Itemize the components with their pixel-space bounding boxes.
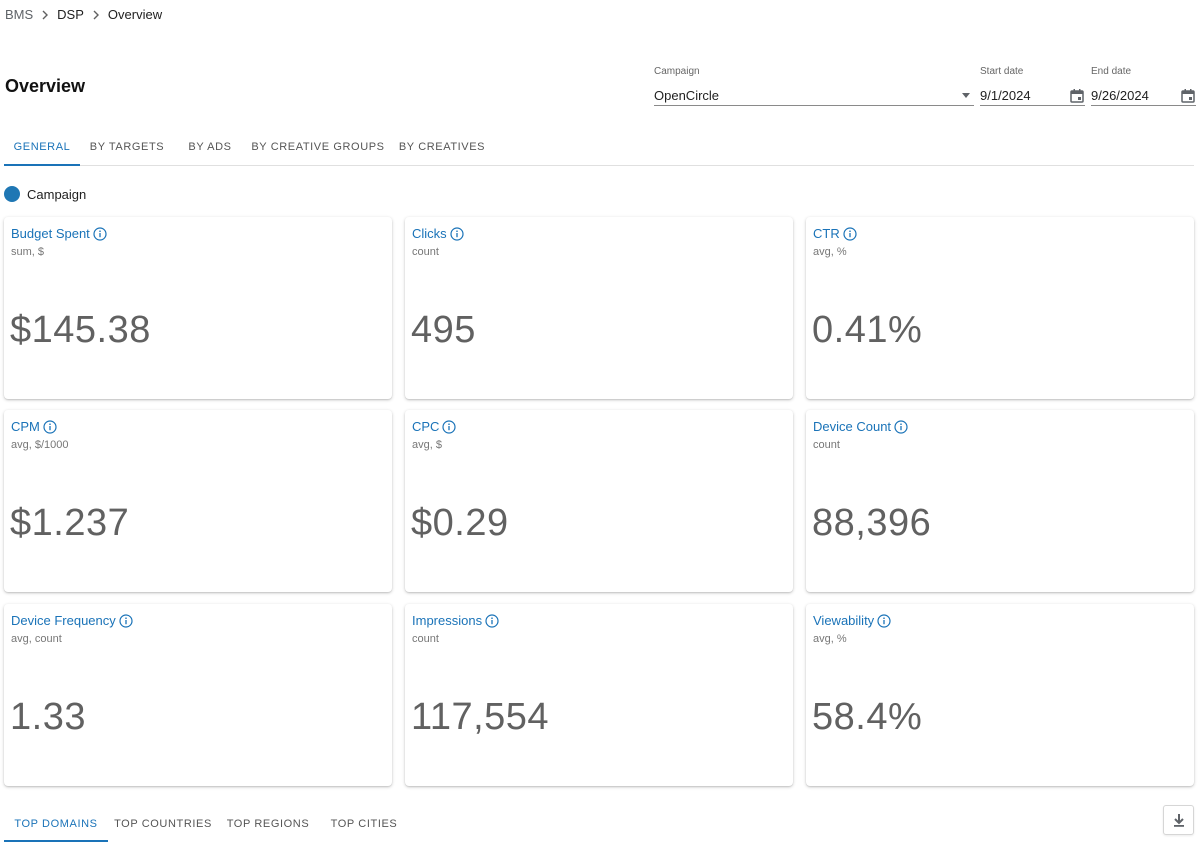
metric-subtitle: avg, % (813, 633, 847, 645)
metric-value: 495 (411, 309, 476, 351)
start-date-input[interactable]: 9/1/2024 (980, 86, 1085, 106)
card-header: Clicks (412, 226, 464, 241)
breadcrumb: BMS DSP Overview (5, 7, 162, 22)
info-icon[interactable] (119, 613, 133, 628)
legend-dot (4, 186, 20, 202)
metric-card-budget-spent: Budget Spent sum, $ $145.38 (4, 217, 392, 399)
metric-value: 1.33 (10, 696, 86, 738)
tab-by-creative-groups[interactable]: BY CREATIVE GROUPS (246, 128, 390, 165)
card-header: Device Frequency (11, 613, 133, 628)
metric-subtitle: count (412, 246, 439, 258)
info-icon[interactable] (877, 613, 891, 628)
metric-subtitle: avg, count (11, 633, 62, 645)
tab-by-ads[interactable]: BY ADS (174, 128, 246, 165)
tab-by-creatives[interactable]: BY CREATIVES (390, 128, 494, 165)
metric-value: $0.29 (411, 502, 509, 544)
metric-subtitle: sum, $ (11, 246, 45, 258)
breadcrumb-dsp[interactable]: DSP (57, 7, 84, 22)
tab-general[interactable]: GENERAL (4, 128, 80, 166)
card-header: Impressions (412, 613, 499, 628)
metric-value: 88,396 (812, 502, 932, 544)
card-header: CTR (813, 226, 857, 241)
breadcrumb-overview: Overview (107, 7, 163, 22)
tab-top-regions[interactable]: TOP REGIONS (218, 806, 318, 842)
legend-label: Campaign (27, 186, 87, 202)
metric-subtitle: count (412, 633, 439, 645)
tab-top-cities[interactable]: TOP CITIES (318, 806, 410, 842)
download-icon (1173, 814, 1184, 827)
metric-title: Budget Spent (11, 226, 90, 241)
tab-by-targets[interactable]: BY TARGETS (80, 128, 174, 165)
metric-subtitle: avg, $ (412, 439, 442, 451)
metric-value: $145.38 (10, 309, 151, 351)
metric-card-device-frequency: Device Frequency avg, count 1.33 (4, 604, 392, 786)
end-date-field[interactable]: End date 9/26/2024 (1091, 66, 1196, 106)
metric-card-cpc: CPC avg, $ $0.29 (405, 410, 793, 592)
metric-title: Clicks (412, 226, 447, 241)
metric-card-viewability: Viewability avg, % 58.4% (806, 604, 1194, 786)
chevron-right-icon (84, 9, 108, 21)
metric-card-ctr: CTR avg, % 0.41% (806, 217, 1194, 399)
campaign-select[interactable]: Campaign OpenCircle (654, 66, 974, 106)
tab-top-countries[interactable]: TOP COUNTRIES (108, 806, 218, 842)
overview-tabs: GENERAL BY TARGETS BY ADS BY CREATIVE GR… (4, 128, 1194, 166)
info-icon[interactable] (894, 419, 908, 434)
campaign-input[interactable]: OpenCircle (654, 86, 974, 106)
metric-card-device-count: Device Count count 88,396 (806, 410, 1194, 592)
metric-card-clicks: Clicks count 495 (405, 217, 793, 399)
start-date-field[interactable]: Start date 9/1/2024 (980, 66, 1085, 106)
card-header: Viewability (813, 613, 891, 628)
metric-subtitle: avg, % (813, 246, 847, 258)
calendar-icon[interactable] (1180, 88, 1196, 104)
legend[interactable]: Campaign (4, 186, 86, 202)
metric-title: Impressions (412, 613, 483, 628)
caret-down-icon[interactable] (962, 93, 970, 98)
metric-value: 58.4% (812, 696, 923, 738)
info-icon[interactable] (485, 613, 499, 628)
metric-card-impressions: Impressions count 117,554 (405, 604, 793, 786)
overview-page: BMS DSP Overview Overview Campaign OpenC… (0, 0, 1202, 843)
breadcrumb-bms[interactable]: BMS (5, 7, 33, 22)
download-button[interactable] (1163, 805, 1194, 835)
card-header: CPC (412, 419, 457, 434)
tab-top-domains[interactable]: TOP DOMAINS (4, 806, 108, 842)
info-icon[interactable] (93, 226, 107, 241)
metric-value: 117,554 (411, 696, 550, 738)
campaign-label: Campaign (654, 66, 700, 77)
end-date-input[interactable]: 9/26/2024 (1091, 86, 1196, 106)
start-date-label: Start date (980, 66, 1024, 77)
info-icon[interactable] (43, 419, 57, 434)
page-title: Overview (5, 76, 86, 96)
info-icon[interactable] (450, 226, 464, 241)
end-date-value: 9/26/2024 (1091, 88, 1149, 103)
metric-card-cpm: CPM avg, $/1000 $1.237 (4, 410, 392, 592)
end-date-label: End date (1091, 66, 1132, 77)
card-header: Budget Spent (11, 226, 107, 241)
metric-title: Viewability (813, 613, 875, 628)
metric-title: Device Frequency (11, 613, 116, 628)
metric-value: $1.237 (10, 502, 130, 544)
calendar-icon[interactable] (1069, 88, 1085, 104)
top-lists-tabs: TOP DOMAINS TOP COUNTRIES TOP REGIONS TO… (4, 806, 410, 843)
metric-subtitle: count (813, 439, 840, 451)
start-date-value: 9/1/2024 (980, 88, 1031, 103)
metric-value: 0.41% (812, 309, 923, 351)
metric-title: CPM (11, 419, 40, 434)
metric-subtitle: avg, $/1000 (11, 439, 69, 451)
card-header: CPM (11, 419, 57, 434)
campaign-value: OpenCircle (654, 88, 720, 103)
info-icon[interactable] (442, 419, 457, 434)
card-header: Device Count (813, 419, 908, 434)
chevron-right-icon (33, 9, 57, 21)
metric-title: CTR (813, 226, 840, 241)
metric-title: CPC (412, 419, 440, 434)
info-icon[interactable] (843, 226, 857, 241)
metric-title: Device Count (813, 419, 892, 434)
